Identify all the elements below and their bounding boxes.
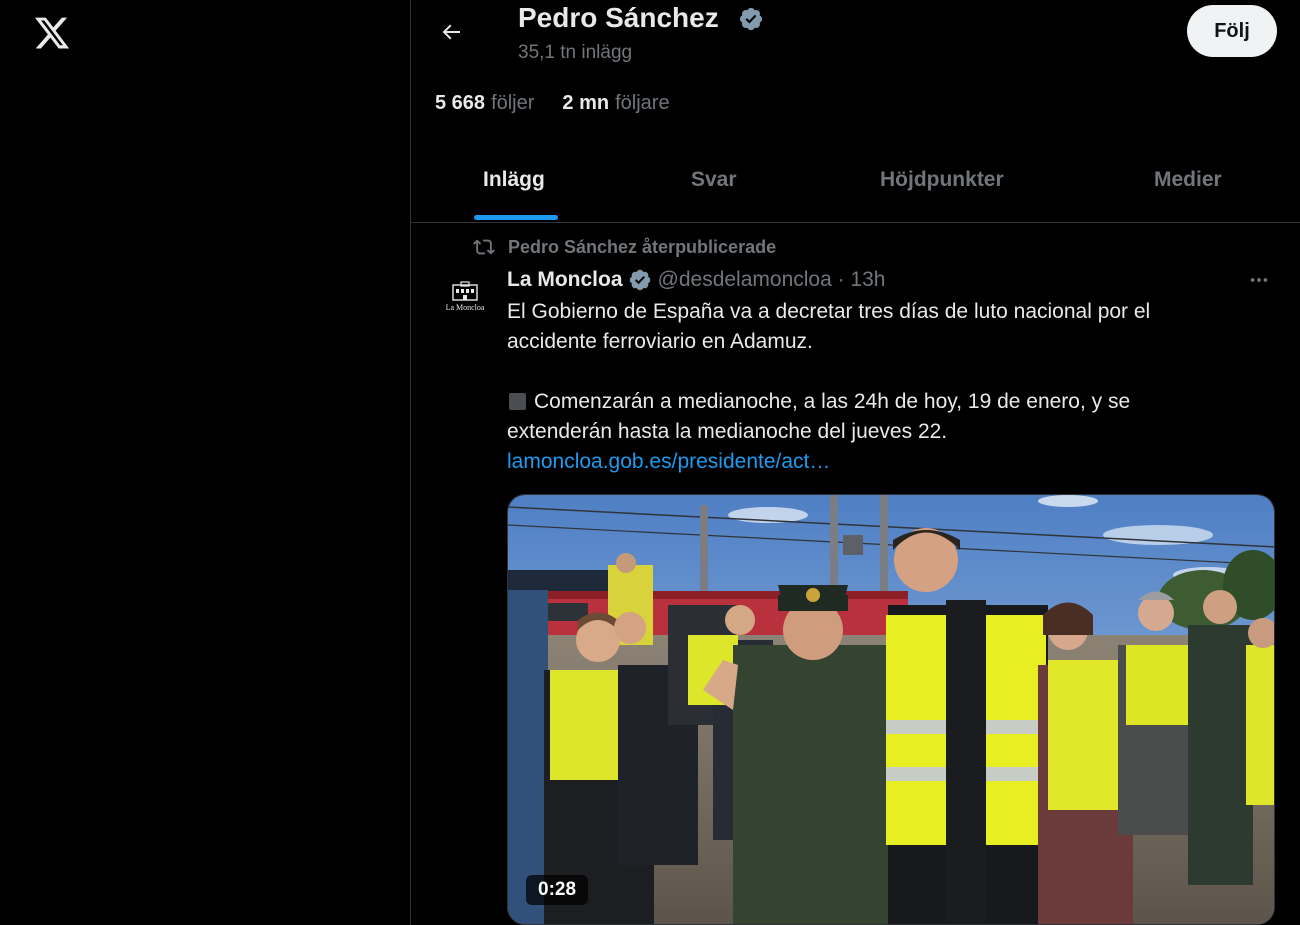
- post-text-line: Comenzarán a medianoche, a las 24h de ho…: [507, 387, 1267, 417]
- author-handle-time[interactable]: @desdelamoncloa · 13h: [658, 268, 886, 292]
- repost-icon: [473, 239, 495, 255]
- avatar[interactable]: La Moncloa: [439, 270, 491, 322]
- more-options-button[interactable]: [1244, 266, 1274, 294]
- tab-media[interactable]: Medier: [1154, 168, 1222, 192]
- profile-tabs: Inlägg Svar Höjdpunkter Medier: [411, 148, 1300, 223]
- repost-context[interactable]: Pedro Sánchez återpublicerade: [473, 236, 776, 258]
- more-dots-icon: [1250, 278, 1268, 282]
- repost-label: Pedro Sánchez återpublicerade: [508, 236, 777, 257]
- following-label: följer: [491, 92, 535, 114]
- avatar-text: La Moncloa: [445, 302, 485, 312]
- main-column: Pedro Sánchez 35,1 tn inlägg Följ 5 668 f…: [410, 0, 1300, 925]
- arrow-left-icon: [442, 24, 460, 40]
- post-text-line: extenderán hasta la medianoche del jueve…: [507, 420, 948, 443]
- following-count: 5 668: [435, 92, 486, 114]
- follow-button[interactable]: Följ: [1187, 5, 1277, 57]
- back-button[interactable]: [433, 14, 469, 50]
- tab-highlights[interactable]: Höjdpunkter: [880, 168, 1004, 192]
- post-count: 35,1 tn inlägg: [518, 42, 633, 63]
- post-text-line: accidente ferroviario en Adamuz.: [507, 330, 813, 353]
- verified-badge-icon: [739, 7, 763, 31]
- profile-name: Pedro Sánchez: [518, 2, 719, 33]
- video-duration: 0:28: [526, 875, 589, 905]
- building-icon: [452, 280, 478, 301]
- tab-posts[interactable]: Inlägg: [483, 168, 545, 192]
- video-thumbnail: [508, 495, 1274, 924]
- profile-header: Pedro Sánchez 35,1 tn inlägg Följ: [411, 0, 1300, 72]
- followers-count: 2 mn: [562, 92, 610, 114]
- author-name[interactable]: La Moncloa: [507, 268, 623, 292]
- active-tab-indicator: [474, 215, 558, 220]
- post-text: El Gobierno de España va a decretar tres…: [507, 297, 1267, 477]
- post-text-line: El Gobierno de España va a decretar tres…: [507, 300, 1151, 323]
- left-sidebar: [0, 0, 410, 925]
- followers-link[interactable]: 2 mn följare: [562, 92, 669, 114]
- black-square-emoji-icon: [509, 393, 526, 410]
- x-logo-icon[interactable]: [33, 14, 71, 52]
- followers-label: följare: [615, 92, 670, 114]
- following-link[interactable]: 5 668 följer: [435, 92, 534, 114]
- follow-stats: 5 668 följer 2 mn följare: [435, 92, 670, 115]
- video-media[interactable]: 0:28: [507, 494, 1275, 925]
- post-author-row: La Moncloa @desdelamoncloa · 13h: [507, 266, 885, 294]
- verified-badge-icon: [629, 269, 650, 291]
- tab-replies[interactable]: Svar: [691, 168, 737, 192]
- post-link[interactable]: lamoncloa.gob.es/presidente/act…: [507, 450, 830, 473]
